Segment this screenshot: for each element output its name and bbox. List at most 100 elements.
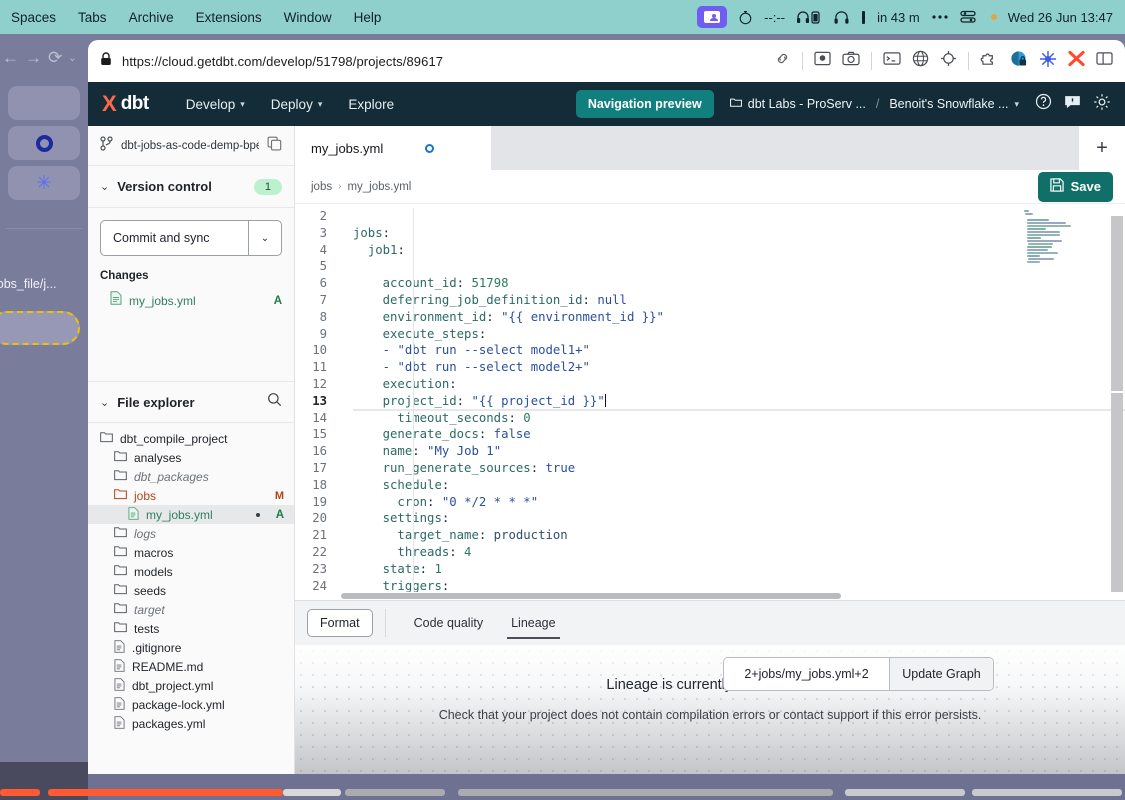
vertical-scrollbar-thumb-upper[interactable] bbox=[1111, 216, 1123, 391]
code-line[interactable]: execution: bbox=[353, 376, 1125, 393]
image-capture-icon[interactable] bbox=[814, 51, 831, 71]
overlay-card-star[interactable]: ✳ bbox=[8, 166, 80, 200]
code-line[interactable]: environment_id: "{{ environment_id }}" bbox=[353, 309, 1125, 326]
puzzle-icon[interactable] bbox=[980, 51, 999, 72]
editor-tab-my-jobs-yml[interactable]: my_jobs.yml bbox=[295, 126, 491, 170]
code-line[interactable]: account_id: 51798 bbox=[353, 275, 1125, 292]
headphones-icon[interactable] bbox=[833, 10, 850, 25]
control-center-icon[interactable] bbox=[960, 10, 977, 24]
gear-icon[interactable] bbox=[1093, 93, 1111, 116]
code-line[interactable]: - "dbt run --select model2+" bbox=[353, 359, 1125, 376]
split-view-icon[interactable] bbox=[1096, 51, 1113, 71]
file-tree-item[interactable]: seeds bbox=[88, 581, 294, 600]
file-tree-item[interactable]: dbt_compile_project bbox=[88, 429, 294, 448]
file-tree-item[interactable]: jobs M bbox=[88, 486, 294, 505]
new-tab-button[interactable]: + bbox=[1079, 126, 1125, 170]
commit-and-sync-button[interactable]: Commit and sync bbox=[100, 220, 248, 256]
target-icon[interactable] bbox=[940, 50, 957, 72]
code-line[interactable]: schedule: bbox=[353, 477, 1125, 494]
overlay-card-blank[interactable] bbox=[8, 86, 80, 120]
file-tree-item[interactable]: dbt_project.yml bbox=[88, 676, 294, 695]
code-editor[interactable]: 2345678910111213141516171819202122232425… bbox=[295, 204, 1125, 592]
breadcrumb-jobs[interactable]: jobs bbox=[311, 181, 332, 193]
timer-icon[interactable] bbox=[738, 10, 753, 25]
chevron-down-icon[interactable]: ▾ bbox=[1014, 99, 1019, 110]
menu-item-help[interactable]: Help bbox=[343, 10, 393, 25]
file-tree-item[interactable]: package-lock.yml bbox=[88, 695, 294, 714]
update-graph-button[interactable]: Update Graph bbox=[889, 658, 993, 690]
code-line[interactable]: project_id: "{{ project_id }}" bbox=[353, 393, 1125, 410]
code-line[interactable]: generate_docs: false bbox=[353, 426, 1125, 443]
code-minimap[interactable] bbox=[1021, 206, 1099, 264]
dbt-x-icon[interactable] bbox=[1068, 50, 1085, 72]
overlay-selection-highlight[interactable] bbox=[0, 311, 80, 345]
terminal-icon[interactable] bbox=[883, 51, 901, 71]
file-explorer-header[interactable]: ⌄ File explorer bbox=[88, 381, 294, 423]
horizontal-scrollbar-thumb[interactable] bbox=[341, 593, 841, 599]
screen-share-icon[interactable] bbox=[697, 6, 728, 28]
privacy-shield-icon[interactable] bbox=[1010, 50, 1028, 73]
file-tree-item[interactable]: my_jobs.yml A bbox=[88, 505, 294, 524]
menu-item-tabs[interactable]: Tabs bbox=[67, 10, 118, 25]
file-tree-item[interactable]: models bbox=[88, 562, 294, 581]
branch-row[interactable]: dbt-jobs-as-code-demp-bper bbox=[88, 126, 294, 166]
code-line[interactable]: deferring_job_definition_id: null bbox=[353, 292, 1125, 309]
code-line[interactable]: settings: bbox=[353, 510, 1125, 527]
clock[interactable]: Wed 26 Jun 13:47 bbox=[1008, 10, 1113, 25]
version-control-header[interactable]: ⌄ Version control 1 bbox=[88, 166, 294, 208]
lineage-canvas[interactable]: 2+jobs/my_jobs.yml+2 Update Graph Lineag… bbox=[295, 645, 1125, 774]
reload-icon[interactable]: ⟳ bbox=[48, 48, 62, 68]
commit-options-dropdown[interactable]: ⌄ bbox=[248, 220, 282, 256]
code-line[interactable]: job1: bbox=[353, 242, 1125, 259]
file-tree-item[interactable]: .gitignore bbox=[88, 638, 294, 657]
chevron-down-icon[interactable]: ⌄ bbox=[68, 53, 76, 64]
search-icon[interactable] bbox=[267, 392, 282, 412]
nav-develop[interactable]: Develop ▾ bbox=[173, 97, 258, 112]
globe-icon[interactable] bbox=[912, 50, 929, 72]
save-button[interactable]: Save bbox=[1037, 171, 1113, 202]
code-line[interactable]: target_name: production bbox=[353, 527, 1125, 544]
tab-lineage[interactable]: Lineage bbox=[497, 601, 570, 645]
file-tree-item[interactable]: tests bbox=[88, 619, 294, 638]
menu-item-spaces[interactable]: Spaces bbox=[0, 10, 67, 25]
file-tree-item[interactable]: README.md bbox=[88, 657, 294, 676]
project-name[interactable]: Benoit's Snowflake ... bbox=[889, 97, 1008, 111]
star-burst-icon[interactable] bbox=[1039, 50, 1057, 73]
code-line[interactable]: run_generate_sources: true bbox=[353, 460, 1125, 477]
help-icon[interactable] bbox=[1035, 93, 1052, 115]
browser-url-bar[interactable]: https://cloud.getdbt.com/develop/51798/p… bbox=[88, 40, 1125, 82]
graph-selector-input[interactable]: 2+jobs/my_jobs.yml+2 bbox=[724, 658, 889, 690]
file-tree-item[interactable]: packages.yml bbox=[88, 714, 294, 733]
file-tree-item[interactable]: analyses bbox=[88, 448, 294, 467]
headset-battery-icon[interactable] bbox=[796, 10, 822, 25]
overlay-card-ring[interactable] bbox=[8, 126, 80, 160]
camera-icon[interactable] bbox=[842, 51, 860, 71]
code-lines[interactable]: jobs: job1: account_id: 51798 deferring_… bbox=[333, 208, 1125, 592]
code-line[interactable]: state: 1 bbox=[353, 561, 1125, 578]
menu-item-extensions[interactable]: Extensions bbox=[185, 10, 273, 25]
file-tree-item[interactable]: logs bbox=[88, 524, 294, 543]
dbt-logo[interactable]: X dbt bbox=[102, 93, 149, 115]
code-line[interactable]: - "dbt run --select model1+" bbox=[353, 342, 1125, 359]
code-line[interactable] bbox=[353, 258, 1125, 275]
code-line[interactable]: triggers: bbox=[353, 578, 1125, 592]
file-tree-item[interactable]: macros bbox=[88, 543, 294, 562]
horizontal-scrollbar[interactable] bbox=[295, 592, 1125, 600]
nav-deploy[interactable]: Deploy ▾ bbox=[258, 97, 336, 112]
file-tree-item[interactable]: dbt_packages bbox=[88, 467, 294, 486]
file-tree-item[interactable]: target bbox=[88, 600, 294, 619]
menu-item-archive[interactable]: Archive bbox=[118, 10, 185, 25]
copy-icon[interactable] bbox=[267, 136, 282, 156]
account-name[interactable]: dbt Labs - ProServ ... bbox=[748, 97, 866, 111]
format-button[interactable]: Format bbox=[307, 609, 373, 637]
nav-explore[interactable]: Explore bbox=[335, 97, 407, 112]
code-line[interactable]: timeout_seconds: 0 bbox=[353, 410, 1125, 427]
link-icon[interactable] bbox=[774, 50, 791, 72]
url-text[interactable]: https://cloud.getdbt.com/develop/51798/p… bbox=[122, 54, 774, 69]
tab-code-quality[interactable]: Code quality bbox=[400, 601, 498, 645]
code-line[interactable]: jobs: bbox=[353, 225, 1125, 242]
code-line[interactable]: name: "My Job 1" bbox=[353, 443, 1125, 460]
code-line[interactable]: threads: 4 bbox=[353, 544, 1125, 561]
more-menu-icon[interactable] bbox=[931, 14, 949, 20]
back-arrow-icon[interactable]: ← bbox=[2, 48, 19, 68]
